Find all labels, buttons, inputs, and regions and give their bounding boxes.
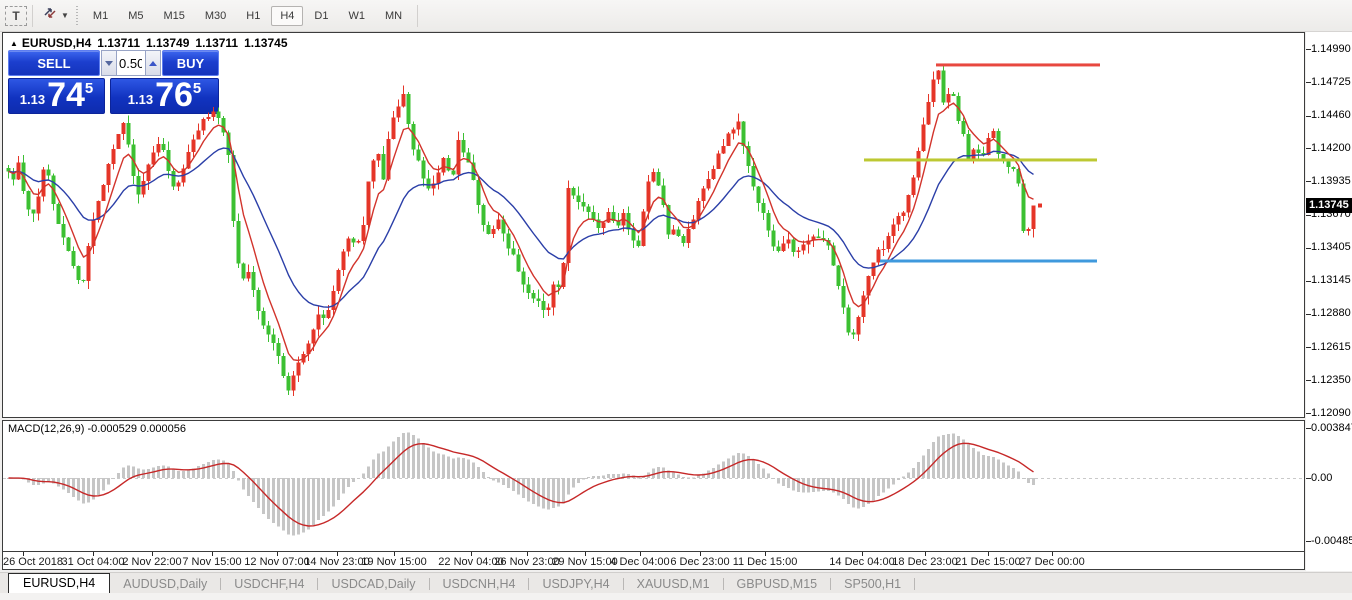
buy-price-display[interactable]: 1.13 76 5 <box>110 78 219 114</box>
price-axis-label: 1.14200 <box>1311 141 1351 154</box>
macd-axis-label: 0.003847 <box>1311 421 1352 434</box>
chart-tab-USDCHF-H4[interactable]: USDCHF,H4 <box>221 575 317 594</box>
chart-tab-XAUUSD-M1[interactable]: XAUUSD,M1 <box>624 575 723 594</box>
drawing-arrows-icon <box>42 5 58 26</box>
chart-tab-GBPUSD-M15[interactable]: GBPUSD,M15 <box>724 575 831 594</box>
ohlc-low: 1.13711 <box>195 36 239 50</box>
timeframe-button-M15[interactable]: M15 <box>154 6 193 26</box>
macd-axis-label: 0.00 <box>1311 471 1333 484</box>
sell-button[interactable]: SELL <box>8 50 100 76</box>
timeframe-button-D1[interactable]: D1 <box>305 6 337 26</box>
volume-input[interactable] <box>117 50 145 76</box>
sell-price-big: 74 <box>47 76 85 115</box>
triangle-down-icon <box>105 60 113 66</box>
timeframe-button-W1[interactable]: W1 <box>339 6 374 26</box>
ohlc-high: 1.13749 <box>146 36 190 50</box>
sell-price-display[interactable]: 1.13 74 5 <box>8 78 105 114</box>
sell-price-prefix: 1.13 <box>19 92 46 107</box>
triangle-icon: ▲ <box>10 39 18 48</box>
price-axis-label: 1.12350 <box>1311 373 1351 386</box>
timeframe-button-H1[interactable]: H1 <box>237 6 269 26</box>
price-axis-label: 1.12090 <box>1311 406 1351 419</box>
one-click-trading-panel: SELL BUY 1.13 74 5 1.13 76 5 <box>8 50 219 114</box>
timeframe-button-M30[interactable]: M30 <box>196 6 235 26</box>
text-label-tool-button[interactable]: T <box>5 5 27 26</box>
timeframe-toolbar: M1 M5 M15 M30 H1 H4 D1 W1 MN <box>83 5 412 26</box>
price-axis-label: 1.12880 <box>1311 307 1351 320</box>
toolbar-separator <box>417 4 419 27</box>
chart-tab-USDJPY-H4[interactable]: USDJPY,H4 <box>529 575 622 594</box>
price-axis-label: 1.13405 <box>1311 241 1351 254</box>
sell-price-pip: 5 <box>84 80 94 97</box>
ohlc-open: 1.13711 <box>97 36 140 50</box>
buy-price-big: 76 <box>155 76 193 115</box>
macd-pane-border <box>2 551 1305 552</box>
tab-separator <box>914 578 916 590</box>
chart-title: ▲ EURUSD,H4 1.13711 1.13749 1.13711 1.13745 <box>10 36 294 50</box>
chart-tab-USDCAD-Daily[interactable]: USDCAD,Daily <box>318 575 428 594</box>
price-axis-label: 1.14990 <box>1311 42 1351 55</box>
triangle-up-icon <box>149 60 157 66</box>
toolbar-separator <box>32 4 33 27</box>
chart-tab-SP500-H1[interactable]: SP500,H1 <box>831 575 914 594</box>
chart-symbol: EURUSD,H4 <box>21 36 92 50</box>
time-axis-label: 11 Dec 15:00 <box>732 556 798 568</box>
price-axis-label: 1.13670 <box>1311 208 1351 221</box>
timeframe-button-M1[interactable]: M1 <box>84 6 117 26</box>
chart-tab-USDCNH-H4[interactable]: USDCNH,H4 <box>430 575 529 594</box>
volume-increase-button[interactable] <box>145 50 161 76</box>
arrows-tool-button[interactable]: ▼ <box>38 3 73 28</box>
chevron-down-icon: ▼ <box>61 10 69 20</box>
volume-decrease-button[interactable] <box>101 50 117 76</box>
timeframe-button-H4[interactable]: H4 <box>271 5 304 26</box>
price-axis-label: 1.12615 <box>1311 340 1351 353</box>
buy-price-pip: 5 <box>192 80 202 97</box>
chart-tab-EURUSD-H4[interactable]: EURUSD,H4 <box>8 573 111 594</box>
macd-indicator-label: MACD(12,26,9) -0.000529 0.000056 <box>8 423 186 435</box>
buy-button[interactable]: BUY <box>162 50 219 76</box>
chart-tab-bar: EURUSD,H4 AUDUSD,Daily USDCHF,H4 USDCAD,Dai… <box>0 572 1352 594</box>
timeframe-button-MN[interactable]: MN <box>376 6 411 26</box>
top-toolbar: T ▼ M1 M5 M15 M30 H1 H4 D1 W1 MN <box>0 0 1352 32</box>
price-axis-label: 1.14460 <box>1311 109 1351 122</box>
macd-axis-label: -0.004856 <box>1311 534 1352 547</box>
time-axis-label: 27 Dec 00:00 <box>1019 556 1085 568</box>
price-axis-label: 1.13935 <box>1311 174 1351 187</box>
pane-splitter[interactable] <box>2 417 1305 421</box>
volume-stepper <box>101 50 161 76</box>
chart-tab-AUDUSD-Daily[interactable]: AUDUSD,Daily <box>110 575 220 594</box>
ohlc-close: 1.13745 <box>244 36 288 50</box>
price-axis-label: 1.14725 <box>1311 75 1351 88</box>
statusbar-strip <box>0 593 1352 600</box>
toolbar-grip[interactable] <box>74 5 79 26</box>
buy-price-prefix: 1.13 <box>127 92 154 107</box>
price-axis-label: 1.13145 <box>1311 274 1351 287</box>
timeframe-button-M5[interactable]: M5 <box>119 6 152 26</box>
